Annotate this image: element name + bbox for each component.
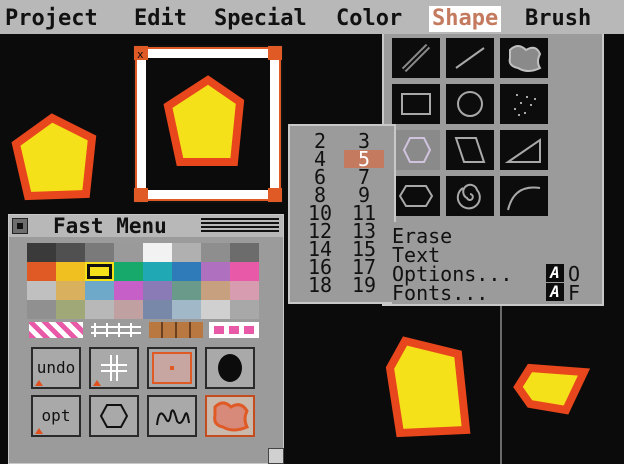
hexagon-icon[interactable] (89, 395, 139, 437)
menu-special[interactable]: Special (211, 6, 310, 32)
brush-selection-frame[interactable]: x (132, 44, 284, 204)
rectangle-icon[interactable] (392, 84, 440, 124)
menu-brush[interactable]: Brush (522, 6, 594, 32)
pentagon-shape (513, 363, 591, 415)
hexagon-icon[interactable] (392, 130, 440, 170)
menu-bar: Project Edit Special Color Shape Brush (0, 0, 624, 34)
pattern-blocks[interactable] (209, 322, 259, 338)
menu-edit[interactable]: Edit (131, 6, 190, 32)
color-swatch[interactable] (114, 243, 143, 262)
size-option[interactable]: 18 (300, 275, 340, 295)
freehand-fill-icon[interactable] (500, 38, 548, 78)
pattern-zigzag[interactable] (29, 322, 83, 338)
pentagon-shape (11, 113, 97, 201)
vertical-guide (500, 304, 502, 464)
resize-handle[interactable] (268, 188, 282, 202)
parallelogram-icon[interactable] (446, 130, 494, 170)
color-swatch[interactable] (143, 243, 172, 262)
fonts-option[interactable]: Fonts... (392, 283, 488, 303)
color-swatch[interactable] (172, 243, 201, 262)
color-swatch[interactable] (85, 243, 114, 262)
line-icon[interactable] (446, 38, 494, 78)
drag-bar[interactable] (201, 218, 279, 234)
color-swatch[interactable] (143, 281, 172, 300)
color-swatch[interactable] (143, 262, 172, 281)
resize-gadget-icon[interactable] (268, 448, 284, 464)
squiggle-icon[interactable] (147, 395, 197, 437)
shortcut-letter: F (568, 281, 581, 305)
dot-brush-icon[interactable] (147, 347, 197, 389)
undo-button[interactable]: undo (31, 347, 81, 389)
color-swatch[interactable] (230, 300, 259, 319)
grid-icon[interactable] (89, 347, 139, 389)
color-swatch[interactable] (201, 281, 230, 300)
color-swatch[interactable] (85, 300, 114, 319)
brush-size-list: 2 3 4 5 6 7 8 9 10 11 12 13 14 15 16 17 … (288, 124, 396, 304)
menu-color[interactable]: Color (333, 6, 405, 32)
color-swatch[interactable] (172, 300, 201, 319)
fast-menu-panel: Fast Menu undo opt (8, 214, 284, 464)
color-swatch[interactable] (114, 262, 143, 281)
color-swatch[interactable] (27, 262, 56, 281)
color-swatch[interactable] (114, 300, 143, 319)
size-option[interactable]: 19 (344, 275, 384, 295)
ellipse-icon[interactable] (392, 176, 440, 216)
color-swatch[interactable] (56, 281, 85, 300)
circle-icon[interactable] (446, 84, 494, 124)
opt-button[interactable]: opt (31, 395, 81, 437)
svg-text:x: x (137, 48, 144, 61)
amiga-key-icon: A (546, 264, 564, 282)
fast-menu-title: Fast Menu (53, 214, 167, 238)
color-swatch[interactable] (114, 281, 143, 300)
filled-circle-icon[interactable] (205, 347, 255, 389)
menu-shape[interactable]: Shape (429, 6, 502, 32)
pentagon-shape (385, 336, 471, 438)
color-swatch[interactable] (201, 300, 230, 319)
curve-icon[interactable] (500, 176, 548, 216)
color-swatch[interactable] (230, 281, 259, 300)
color-swatch[interactable] (56, 300, 85, 319)
color-swatch[interactable] (201, 262, 230, 281)
color-swatch[interactable] (56, 262, 85, 281)
amiga-key-icon: A (546, 283, 564, 301)
close-gadget-icon[interactable] (12, 218, 28, 234)
freehand-fill-icon[interactable] (205, 395, 255, 437)
menu-project[interactable]: Project (2, 6, 101, 32)
color-palette (27, 243, 263, 321)
spiral-icon[interactable] (446, 176, 494, 216)
color-swatch[interactable] (172, 281, 201, 300)
pencil-icon[interactable] (392, 38, 440, 78)
paint-screen: x Project Edit Special Color Shape Brush (0, 0, 624, 464)
color-swatch-selected[interactable] (85, 262, 114, 281)
color-swatch[interactable] (230, 243, 259, 262)
pattern-fence[interactable] (89, 322, 143, 338)
pin-handle[interactable] (134, 188, 148, 202)
rotate-handle[interactable] (268, 46, 282, 60)
color-swatch[interactable] (143, 300, 172, 319)
fast-menu-titlebar[interactable]: Fast Menu (9, 214, 283, 238)
color-swatch[interactable] (27, 243, 56, 262)
color-swatch[interactable] (27, 300, 56, 319)
spray-icon[interactable] (500, 84, 548, 124)
color-swatch[interactable] (201, 243, 230, 262)
color-swatch[interactable] (230, 262, 259, 281)
color-swatch[interactable] (56, 243, 85, 262)
color-swatch[interactable] (27, 281, 56, 300)
color-swatch[interactable] (85, 281, 114, 300)
color-swatch[interactable] (172, 262, 201, 281)
triangle-icon[interactable] (500, 130, 548, 170)
pattern-brick[interactable] (149, 322, 203, 338)
